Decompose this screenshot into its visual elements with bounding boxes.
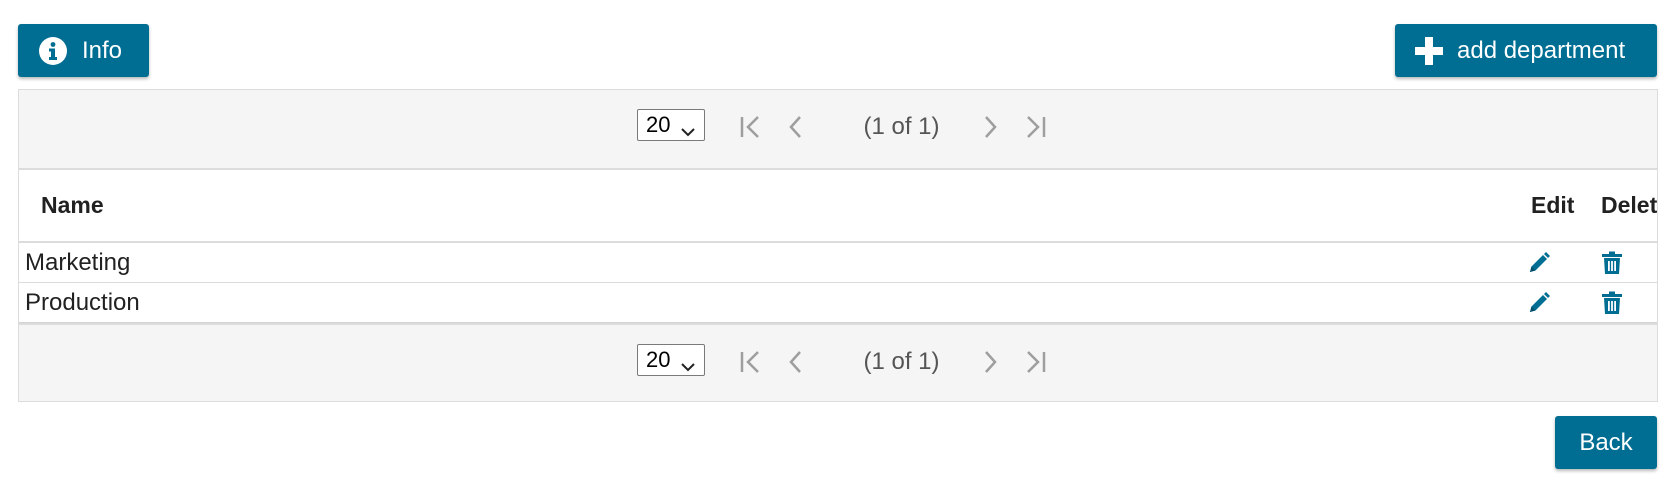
last-page-icon[interactable] <box>1019 112 1049 142</box>
first-page-icon[interactable] <box>737 112 767 142</box>
table-row[interactable]: Marketing <box>19 243 1657 284</box>
next-page-icon[interactable] <box>975 112 1005 142</box>
info-button[interactable]: Info <box>18 24 149 77</box>
paginator-bottom: 20 (1 of 1) <box>19 323 1657 401</box>
add-department-label: add department <box>1457 36 1626 64</box>
last-page-icon[interactable] <box>1019 347 1049 377</box>
trash-icon[interactable] <box>1600 250 1624 276</box>
page-report: (1 of 1) <box>863 348 940 375</box>
info-button-label: Info <box>82 36 123 64</box>
previous-page-icon[interactable] <box>781 112 811 142</box>
page-report: (1 of 1) <box>863 113 940 140</box>
department-table: 20 (1 of 1) Name Edit Delet Marketing Pr… <box>18 89 1658 402</box>
department-name: Marketing <box>25 249 131 276</box>
rows-per-page-select[interactable]: 20 <box>637 109 705 141</box>
rows-per-page-value: 20 <box>646 112 671 137</box>
add-department-button[interactable]: add department <box>1395 24 1657 77</box>
column-header-name[interactable]: Name <box>41 192 104 219</box>
plus-icon <box>1415 36 1443 65</box>
chevron-down-icon <box>680 118 696 144</box>
info-circle-icon <box>38 36 68 66</box>
table-header: Name Edit Delet <box>19 170 1657 243</box>
first-page-icon[interactable] <box>737 347 767 377</box>
column-header-edit: Edit <box>1531 192 1575 218</box>
pencil-icon[interactable] <box>1527 250 1551 276</box>
table-row[interactable]: Production <box>19 283 1657 324</box>
previous-page-icon[interactable] <box>781 347 811 377</box>
column-header-delete: Delet <box>1601 192 1658 218</box>
pencil-icon[interactable] <box>1527 290 1551 316</box>
back-button[interactable]: Back <box>1555 416 1657 469</box>
back-button-label: Back <box>1579 428 1633 456</box>
trash-icon[interactable] <box>1600 290 1624 316</box>
department-name: Production <box>25 289 140 316</box>
paginator-top: 20 (1 of 1) <box>19 90 1657 170</box>
next-page-icon[interactable] <box>975 347 1005 377</box>
rows-per-page-value: 20 <box>646 347 671 372</box>
chevron-down-icon <box>680 353 696 379</box>
rows-per-page-select[interactable]: 20 <box>637 344 705 376</box>
